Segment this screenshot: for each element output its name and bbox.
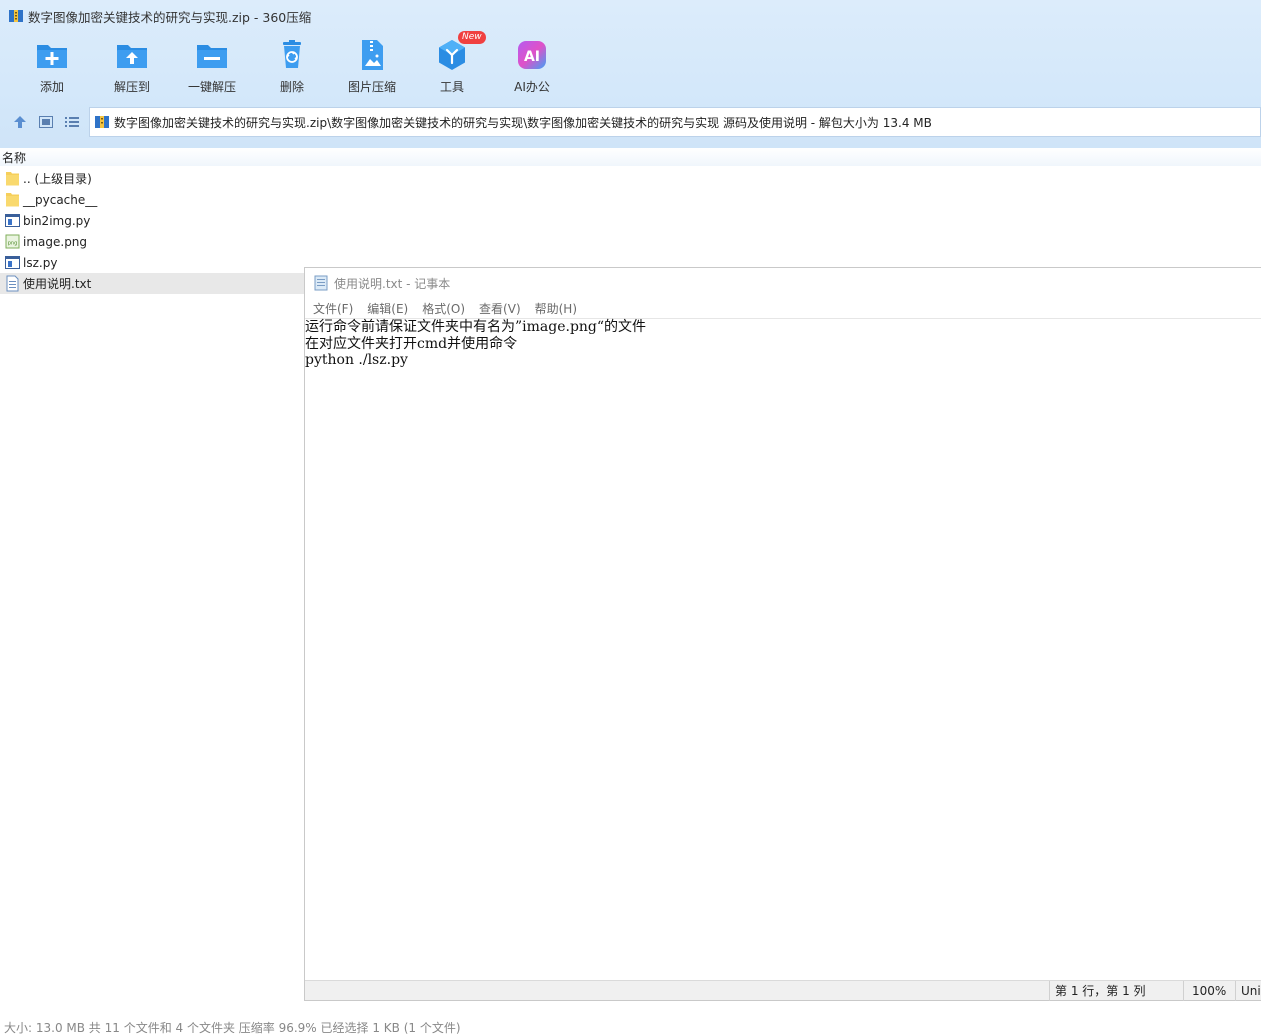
- up-button[interactable]: [7, 107, 33, 137]
- extract-to-button[interactable]: 解压到: [92, 36, 172, 100]
- one-click-extract-icon: [197, 45, 227, 68]
- text-line: 运行命令前请保证文件夹中有名为”image.png“的文件: [305, 319, 647, 335]
- one-click-extract-label: 一键解压: [187, 80, 236, 94]
- window-view-icon: [39, 116, 53, 128]
- list-item-bin2img[interactable]: bin2img.py: [0, 210, 310, 231]
- add-button[interactable]: 添加: [12, 36, 92, 100]
- folder-icon: [6, 172, 19, 186]
- image-compress-button[interactable]: 图片压缩: [332, 36, 412, 100]
- archive-icon: [95, 116, 109, 128]
- top-chrome: 数字图像加密关键技术的研究与实现.zip - 360压缩 添加 解压到 一键解压…: [0, 0, 1261, 148]
- text-file-icon: [6, 275, 19, 292]
- add-icon: [37, 45, 67, 68]
- python-file-icon: [5, 256, 20, 269]
- tools-button[interactable]: New 工具: [412, 31, 492, 100]
- list-item-readme-txt[interactable]: 使用说明.txt: [0, 273, 310, 294]
- view-mode-button[interactable]: [33, 107, 59, 137]
- status-text: 大小: 13.0 MB 共 11 个文件和 4 个文件夹 压缩率 96.9% 已…: [4, 1021, 461, 1034]
- delete-icon: [283, 40, 301, 68]
- notepad-title-bar[interactable]: 使用说明.txt - 记事本: [305, 268, 1261, 298]
- menu-view[interactable]: 查看(V): [479, 300, 521, 317]
- notepad-menu-bar: 文件(F) 编辑(E) 格式(O) 查看(V) 帮助(H): [305, 298, 1261, 318]
- archive-app-icon: [9, 10, 23, 22]
- one-click-extract-button[interactable]: 一键解压: [172, 36, 252, 100]
- notepad-text-area[interactable]: 运行命令前请保证文件夹中有名为”image.png“的文件 在对应文件夹打开cm…: [305, 318, 1261, 980]
- delete-label: 删除: [279, 80, 304, 94]
- main-toolbar: 添加 解压到 一键解压 删除 图片压缩 New 工具 AI AI办公: [12, 31, 572, 100]
- tools-label: 工具: [439, 80, 464, 94]
- extract-to-label: 解压到: [113, 80, 150, 94]
- app-window: 数字图像加密关键技术的研究与实现.zip - 360压缩 添加 解压到 一键解压…: [0, 0, 1261, 1034]
- ai-office-button[interactable]: AI AI办公: [492, 36, 572, 100]
- notepad-window: 使用说明.txt - 记事本 文件(F) 编辑(E) 格式(O) 查看(V) 帮…: [304, 267, 1261, 1001]
- column-header-name[interactable]: 名称: [0, 148, 1261, 166]
- python-file-icon: [5, 214, 20, 227]
- zoom-level: 100%: [1183, 981, 1243, 1001]
- notepad-icon: [314, 275, 328, 291]
- extract-to-icon: [117, 45, 147, 68]
- image-compress-icon: [362, 40, 383, 70]
- list-item-parent[interactable]: .. (上级目录): [0, 168, 310, 189]
- title-bar: 数字图像加密关键技术的研究与实现.zip - 360压缩: [0, 0, 1261, 32]
- cursor-position: 第 1 行，第 1 列: [1049, 981, 1183, 1001]
- address-bar[interactable]: 数字图像加密关键技术的研究与实现.zip\数字图像加密关键技术的研究与实现\数字…: [89, 107, 1261, 137]
- folder-icon: [6, 193, 19, 207]
- image-compress-label: 图片压缩: [347, 80, 396, 94]
- text-line: 在对应文件夹打开cmd并使用命令: [305, 335, 518, 352]
- notepad-status-bar: 第 1 行，第 1 列 100% Uni: [305, 980, 1261, 1001]
- menu-help[interactable]: 帮助(H): [535, 300, 577, 317]
- status-bar: 大小: 13.0 MB 共 11 个文件和 4 个文件夹 压缩率 96.9% 已…: [0, 1016, 1261, 1034]
- add-label: 添加: [39, 80, 64, 94]
- list-item-image-png[interactable]: png image.png: [0, 231, 310, 252]
- list-view-icon: [65, 117, 79, 127]
- menu-format[interactable]: 格式(O): [422, 300, 465, 317]
- column-name-label: 名称: [2, 151, 27, 165]
- file-list: .. (上级目录) __pycache__ bin2img.py png ima…: [0, 168, 310, 294]
- notepad-title: 使用说明.txt - 记事本: [334, 276, 451, 291]
- menu-file[interactable]: 文件(F): [313, 300, 353, 317]
- encoding: Uni: [1235, 981, 1261, 1001]
- address-row: 数字图像加密关键技术的研究与实现.zip\数字图像加密关键技术的研究与实现\数字…: [0, 107, 1261, 137]
- ai-office-icon: AI: [518, 41, 546, 69]
- address-path: 数字图像加密关键技术的研究与实现.zip\数字图像加密关键技术的研究与实现\数字…: [114, 115, 932, 130]
- list-view-button[interactable]: [59, 107, 85, 137]
- svg-text:png: png: [8, 241, 18, 247]
- text-line: python ./lsz.py: [305, 352, 408, 368]
- svg-text:AI: AI: [524, 49, 540, 65]
- ai-office-label: AI办公: [514, 80, 550, 94]
- window-title: 数字图像加密关键技术的研究与实现.zip - 360压缩: [28, 9, 312, 25]
- list-item-pycache[interactable]: __pycache__: [0, 189, 310, 210]
- png-file-icon: png: [5, 234, 20, 249]
- new-badge: New: [458, 31, 486, 44]
- delete-button[interactable]: 删除: [252, 36, 332, 100]
- arrow-up-icon: [14, 116, 26, 128]
- menu-edit[interactable]: 编辑(E): [367, 300, 408, 317]
- list-item-lsz[interactable]: lsz.py: [0, 252, 310, 273]
